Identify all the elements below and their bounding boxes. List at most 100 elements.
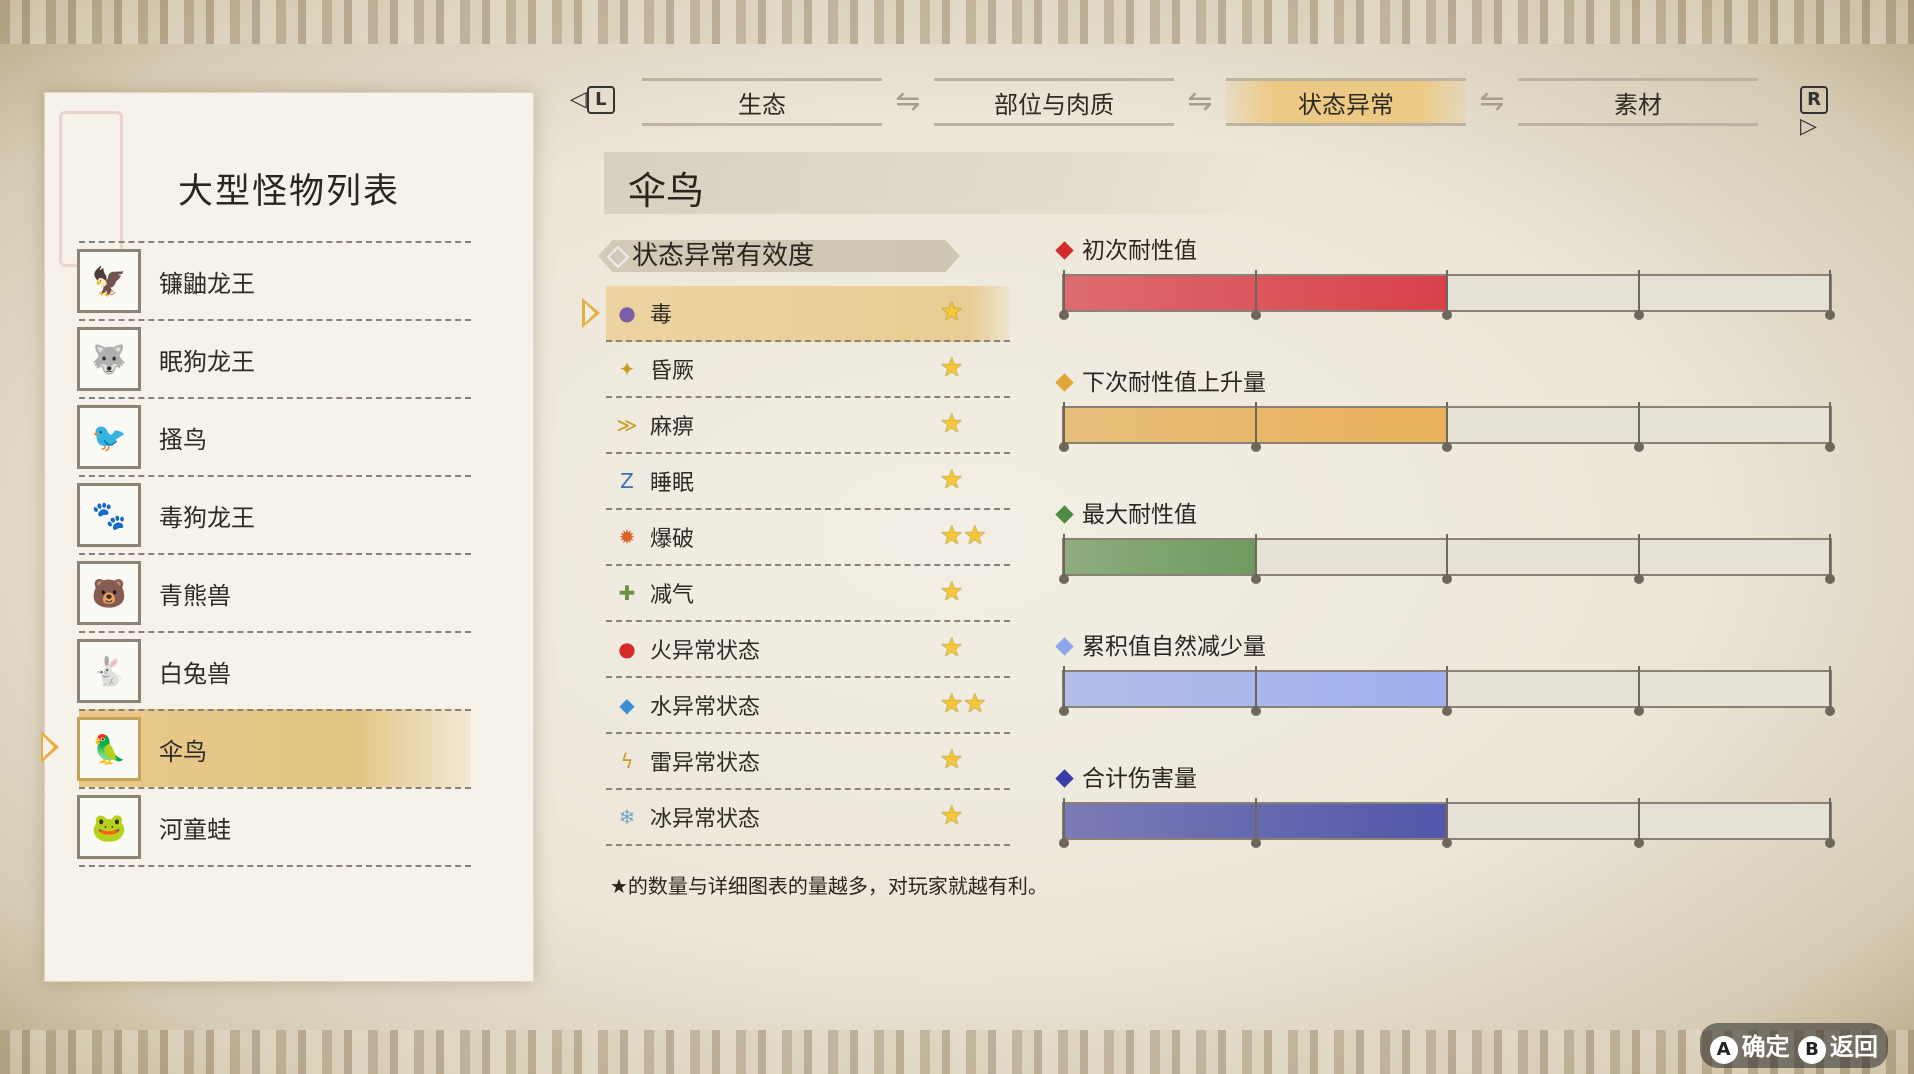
effectiveness-row[interactable]: ≫ 麻痹 ★ xyxy=(606,398,1010,454)
poison-dog-icon: 🐾 xyxy=(77,483,141,547)
tab-1[interactable]: 部位与肉质 xyxy=(934,78,1174,126)
monster-list-title: 大型怪物列表 xyxy=(177,172,400,212)
effectiveness-row[interactable]: ❄ 冰异常状态 ★ xyxy=(606,790,1010,846)
bird-icon: 🐦 xyxy=(77,405,141,469)
tab-2[interactable]: 状态异常 xyxy=(1226,78,1466,126)
kamaitachi-icon: 🦅 xyxy=(77,249,141,313)
effectiveness-row[interactable]: ✹ 爆破 ★★ xyxy=(606,510,1010,566)
monster-list-item[interactable]: 🐦 搔鸟 xyxy=(77,397,471,475)
monster-list-item[interactable]: 🦜 伞鸟 xyxy=(41,709,471,787)
rabbit-icon: 🐇 xyxy=(77,639,141,703)
monster-list-panel: 大型怪物列表 🦅 镰鼬龙王 🐺 眠狗龙王 🐦 搔鸟 🐾 毒狗龙王 🐻 青熊兽 🐇 白兔兽 🦜 伞鸟 🐸 河童蛙 xyxy=(41,92,534,982)
effectiveness-row[interactable]: ϟ 雷异常状态 ★ xyxy=(606,734,1010,790)
top-border-pattern xyxy=(0,0,1914,44)
monster-list-item[interactable]: 🐾 毒狗龙王 xyxy=(77,475,471,553)
blast-icon: ✹ xyxy=(618,525,636,549)
next-tab-button[interactable]: R▷ xyxy=(1800,86,1840,139)
water-icon: ◆ xyxy=(619,693,635,717)
button-prompts: A 确定 B 返回 xyxy=(1699,1023,1888,1068)
gauge-label-row: 初次耐性值 xyxy=(1055,236,1836,266)
gauge-tick xyxy=(1059,270,1069,320)
effectiveness-row-label: 毒 xyxy=(650,303,673,328)
effectiveness-header-label: 状态异常有效度 xyxy=(632,241,815,271)
star-rating-icon: ★ xyxy=(940,465,964,495)
star-rating-icon: ★★ xyxy=(940,689,987,719)
monster-list-item[interactable]: 🐸 河童蛙 xyxy=(77,787,471,867)
diamond-icon xyxy=(1055,241,1074,260)
gauge-tick xyxy=(1442,666,1452,716)
monster-list-item[interactable]: 🐺 眠狗龙王 xyxy=(77,319,471,397)
selection-cursor-icon xyxy=(41,731,59,763)
effectiveness-row-label: 雷异常状态 xyxy=(650,751,761,776)
exhaust-icon: ✚ xyxy=(618,581,636,605)
gauge-tick xyxy=(1825,270,1835,320)
monster-name-header: 伞鸟 xyxy=(604,152,1284,214)
gauge-tick xyxy=(1059,402,1069,452)
tab-separator-icon: ⇋ xyxy=(1187,84,1213,119)
gauge-tick xyxy=(1442,402,1452,452)
bottom-border-pattern xyxy=(0,1030,1914,1074)
effectiveness-row[interactable]: ● 火异常状态 ★ xyxy=(606,622,1010,678)
effectiveness-row-label: 爆破 xyxy=(650,527,695,552)
star-rating-icon: ★ xyxy=(940,801,964,831)
b-button-icon[interactable]: B xyxy=(1798,1036,1826,1064)
tab-separator-icon: ⇋ xyxy=(895,84,921,119)
gauge-tick xyxy=(1633,270,1644,320)
gauge-tick xyxy=(1250,402,1261,452)
monster-list-item[interactable]: 🐇 白兔兽 xyxy=(77,631,471,709)
prev-tab-button[interactable]: ◁ L xyxy=(570,86,615,114)
star-rating-icon: ★★ xyxy=(940,521,987,551)
gauge-tick xyxy=(1825,798,1835,848)
monster-list-item-label: 眠狗龙王 xyxy=(159,347,255,376)
effectiveness-header: 状态异常有效度 xyxy=(598,240,960,272)
gauge-tick xyxy=(1825,666,1835,716)
a-button-icon[interactable]: A xyxy=(1709,1036,1738,1064)
star-rating-icon: ★ xyxy=(940,353,964,383)
gauge-bar xyxy=(1059,666,1835,716)
confirm-label: 确定 xyxy=(1741,1033,1790,1061)
monster-list-item-label: 搔鸟 xyxy=(159,425,207,454)
effectiveness-row-label: 昏厥 xyxy=(650,359,695,384)
gauge-tick xyxy=(1825,402,1835,452)
diamond-icon xyxy=(1055,505,1074,524)
gauge-tick xyxy=(1442,534,1452,584)
thunder-icon: ϟ xyxy=(620,749,634,773)
back-label: 返回 xyxy=(1830,1033,1878,1061)
ice-icon: ❄ xyxy=(618,805,636,829)
gauge-label: 合计伤害量 xyxy=(1082,766,1197,792)
effectiveness-row-label: 麻痹 xyxy=(650,415,695,440)
gauge-bar xyxy=(1059,402,1835,452)
star-rating-icon: ★ xyxy=(940,745,964,775)
sleep-dog-icon: 🐺 xyxy=(77,327,141,391)
monster-list-item[interactable]: 🦅 镰鼬龙王 xyxy=(77,241,471,319)
gauge-label-row: 合计伤害量 xyxy=(1055,764,1836,794)
gauge-bar xyxy=(1059,534,1835,584)
diamond-icon xyxy=(1055,637,1074,656)
effectiveness-row-label: 水异常状态 xyxy=(650,695,761,720)
gauge-label: 初次耐性值 xyxy=(1082,238,1197,264)
gauge-tick xyxy=(1059,798,1069,848)
effectiveness-row-label: 冰异常状态 xyxy=(650,807,761,832)
monster-list: 🦅 镰鼬龙王 🐺 眠狗龙王 🐦 搔鸟 🐾 毒狗龙王 🐻 青熊兽 🐇 白兔兽 🦜 伞鸟 🐸 河童蛙 xyxy=(41,241,471,867)
gauge-tick xyxy=(1633,402,1644,452)
gauge-label: 下次耐性值上升量 xyxy=(1082,370,1266,396)
tab-3[interactable]: 素材 xyxy=(1518,78,1758,126)
monster-name: 伞鸟 xyxy=(628,169,705,213)
monster-list-item[interactable]: 🐻 青熊兽 xyxy=(77,553,471,631)
gauge-tick xyxy=(1825,534,1835,584)
stun-icon: ✦ xyxy=(618,357,636,381)
effectiveness-row[interactable]: ✦ 昏厥 ★ xyxy=(606,342,1010,398)
effectiveness-row[interactable]: ◆ 水异常状态 ★★ xyxy=(606,678,1010,734)
tab-0[interactable]: 生态 xyxy=(642,78,882,126)
effectiveness-row[interactable]: ✚ 减气 ★ xyxy=(606,566,1010,622)
bear-icon: 🐻 xyxy=(77,561,141,625)
monster-list-item-label: 青熊兽 xyxy=(159,581,231,610)
gauge-tick xyxy=(1442,270,1452,320)
star-rating-icon: ★ xyxy=(940,577,964,607)
gauge-label: 最大耐性值 xyxy=(1082,502,1197,528)
effectiveness-list: ● 毒 ★ ✦ 昏厥 ★ ≫ 麻痹 ★ Z 睡眠 ★ ✹ 爆破 ★★ ✚ 减气 ★ ● 火异常状态 ★ ◆ 水异常状态 ★★ ϟ… xyxy=(582,286,1010,846)
effectiveness-row[interactable]: ● 毒 ★ xyxy=(582,286,1010,342)
effectiveness-row[interactable]: Z 睡眠 ★ xyxy=(606,454,1010,510)
gauge-tick xyxy=(1250,798,1261,848)
gauge-bar xyxy=(1059,798,1835,848)
